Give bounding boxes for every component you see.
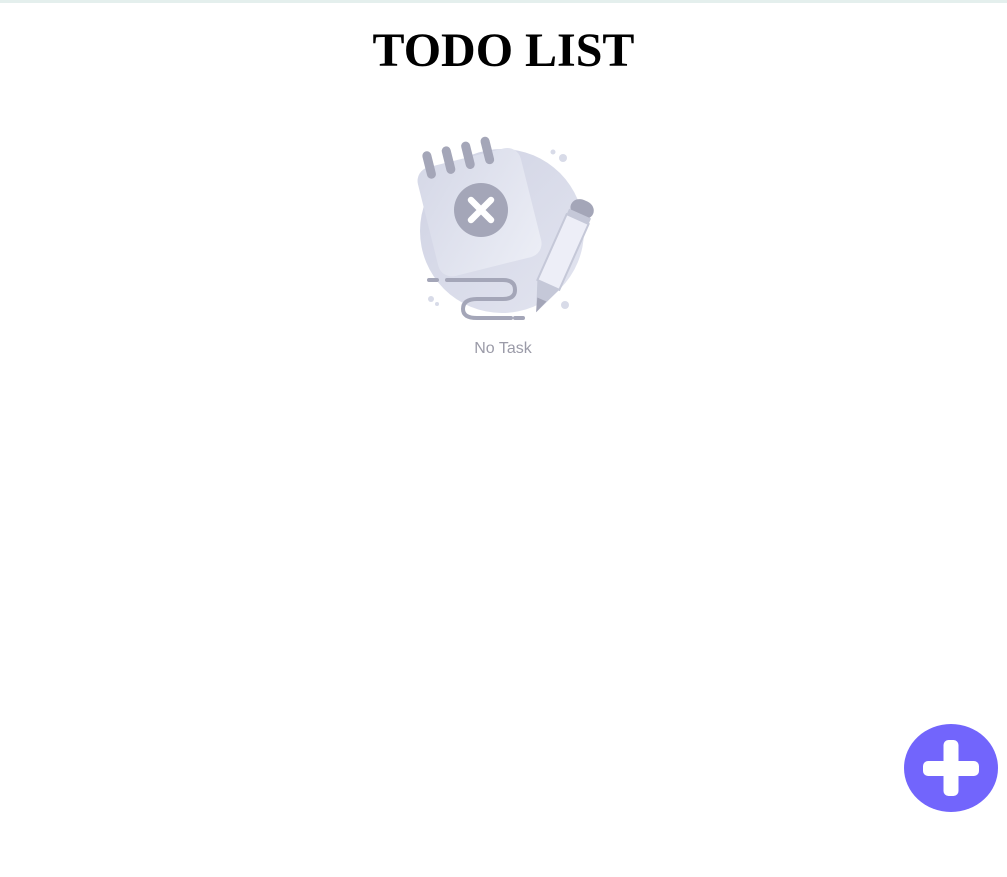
empty-state-message: No Task bbox=[474, 340, 532, 357]
empty-notepad-icon bbox=[417, 136, 594, 320]
top-border bbox=[0, 0, 1007, 3]
add-task-button[interactable] bbox=[904, 724, 998, 812]
empty-state: No Task bbox=[403, 132, 603, 364]
plus-icon bbox=[923, 740, 979, 796]
page-title: TODO LIST bbox=[372, 24, 635, 77]
